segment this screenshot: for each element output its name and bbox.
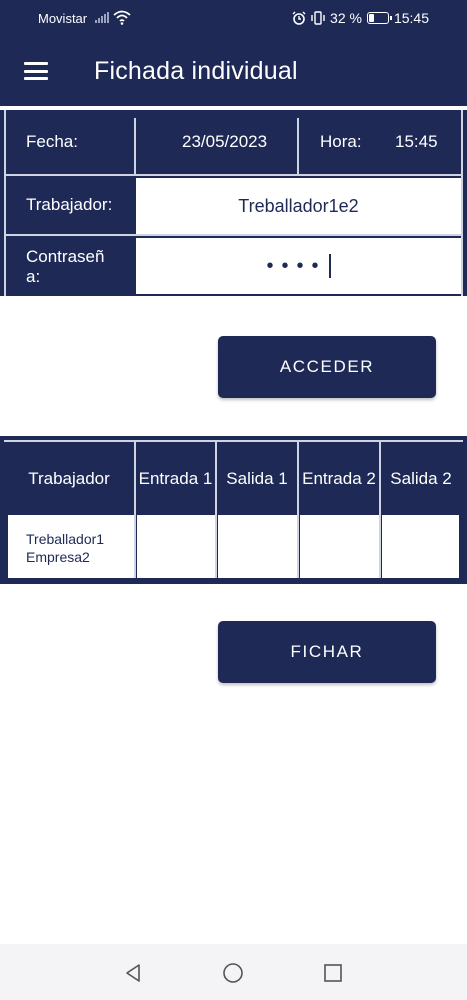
battery-icon xyxy=(366,12,392,24)
fichar-button[interactable]: FICHAR xyxy=(218,621,436,683)
fichajes-table: Trabajador Entrada 1 Salida 1 Entrada 2 … xyxy=(0,436,467,584)
table-cell-salida-2[interactable] xyxy=(382,515,459,578)
acceder-button[interactable]: ACCEDER xyxy=(218,336,436,398)
table-row-trabajador[interactable]: Treballador1 Empresa2 xyxy=(8,515,134,578)
status-bar: Movistar 32 % 15:45 xyxy=(0,0,467,36)
wifi-icon xyxy=(113,10,131,25)
header-salida-1: Salida 1 xyxy=(226,469,288,488)
password-dots: •••• xyxy=(266,254,327,277)
signal-icon xyxy=(95,11,109,23)
carrier-name: Movistar xyxy=(38,11,88,26)
recent-apps-icon[interactable] xyxy=(322,962,344,984)
login-form: Fecha: 23/05/2023 Hora: 15:45 Trabajador… xyxy=(0,106,467,296)
back-icon[interactable] xyxy=(122,962,144,984)
hora-value: 15:45 xyxy=(395,132,438,151)
status-time: 15:45 xyxy=(393,10,429,26)
battery-fill xyxy=(368,14,374,22)
header-entrada-1: Entrada 1 xyxy=(138,469,213,488)
fecha-value: 23/05/2023 xyxy=(182,132,268,151)
page-title: Fichada individual xyxy=(94,57,298,85)
header-entrada-2: Entrada 2 xyxy=(302,469,376,488)
vibrate-icon xyxy=(311,11,325,25)
table-cell-entrada-2[interactable] xyxy=(300,515,379,578)
trabajador-label: Trabajador: xyxy=(26,195,113,214)
fecha-label: Fecha: xyxy=(26,132,78,151)
system-nav-bar xyxy=(0,944,467,1000)
password-input[interactable]: •••• xyxy=(136,238,461,294)
password-label: Contraseñ a: xyxy=(26,247,105,286)
trabajador-input[interactable]: Treballador1e2 xyxy=(136,178,461,234)
text-cursor xyxy=(328,254,331,278)
table-cell-salida-1[interactable] xyxy=(218,515,297,578)
app-bar: Fichada individual xyxy=(0,36,467,106)
battery-percent: 32 % xyxy=(330,10,362,26)
hora-label: Hora: xyxy=(320,132,362,151)
alarm-icon xyxy=(292,11,306,25)
header-trabajador: Trabajador xyxy=(28,469,110,488)
header-salida-2: Salida 2 xyxy=(390,469,452,488)
hamburger-menu-icon[interactable] xyxy=(24,62,48,80)
table-cell-entrada-1[interactable] xyxy=(137,515,215,578)
home-icon[interactable] xyxy=(222,962,244,984)
